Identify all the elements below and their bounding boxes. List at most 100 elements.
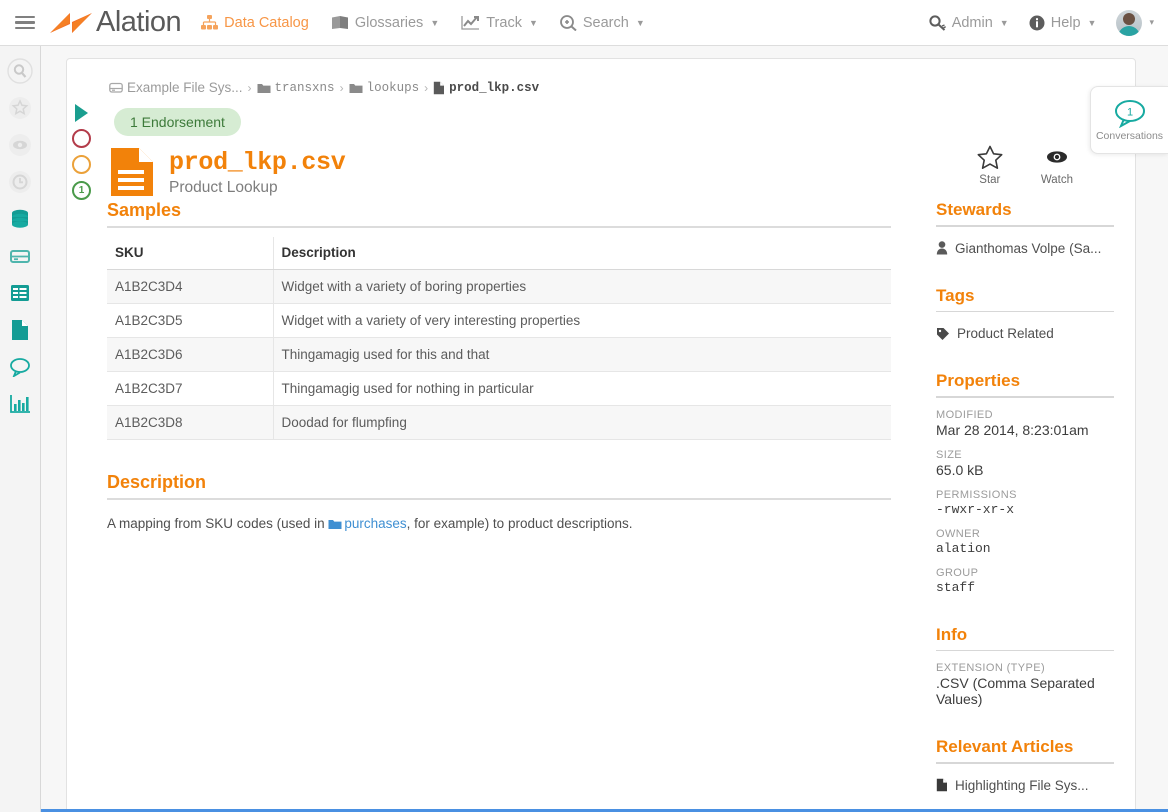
cell-description: Doodad for flumpfing <box>272 405 891 440</box>
info-value: .CSV (Comma Separated Values) <box>936 675 1095 707</box>
article-icon <box>936 778 947 792</box>
properties-heading: Properties <box>936 371 1021 390</box>
status-markers: 1 <box>72 104 91 200</box>
search-icon[interactable] <box>7 58 33 84</box>
property-value: Mar 28 2014, 8:23:01am <box>936 421 1089 438</box>
property-modified: MODIFIED Mar 28 2014, 8:23:01am <box>936 409 1114 438</box>
folder-icon <box>349 83 363 93</box>
properties-section: Properties MODIFIED Mar 28 2014, 8:23:01… <box>936 371 1114 595</box>
purchases-link[interactable]: purchases <box>344 516 406 531</box>
bar-chart-icon[interactable] <box>7 391 33 417</box>
table-icon[interactable] <box>7 280 33 306</box>
breadcrumb-separator: › <box>247 80 252 95</box>
chart-line-icon <box>461 16 480 30</box>
description-body: A mapping from SKU codes (used in purcha… <box>107 514 891 534</box>
nav-item-admin[interactable]: Admin ▼ <box>929 15 1009 31</box>
nav-item-track[interactable]: Track ▼ <box>461 15 538 31</box>
endorsement-badge[interactable]: 1 Endorsement <box>114 108 241 136</box>
chevron-down-icon: ▾ <box>1149 17 1154 27</box>
property-key: OWNER <box>936 527 981 540</box>
alation-logo-mark <box>50 12 92 33</box>
left-icon-rail <box>0 46 41 812</box>
watch-button[interactable]: Watch <box>1041 145 1073 186</box>
nav-label-glossaries: Glossaries <box>354 14 424 31</box>
section-divider <box>936 762 1114 764</box>
nav-item-search[interactable]: Search ▼ <box>559 14 645 31</box>
star-button[interactable]: Star <box>977 145 1003 186</box>
breadcrumb-root[interactable]: Example File Sys... <box>127 80 243 95</box>
breadcrumb-part-2[interactable]: lookups <box>367 81 420 95</box>
property-group: GROUP staff <box>936 567 1114 595</box>
play-icon[interactable] <box>75 104 88 122</box>
key-icon <box>929 14 946 31</box>
database-icon[interactable] <box>7 206 33 232</box>
column-header-description: Description <box>272 237 891 270</box>
speech-bubble-icon: 1 <box>1114 100 1145 128</box>
table-header-row: SKU Description <box>107 237 891 270</box>
drive-icon[interactable] <box>7 243 33 269</box>
property-key: MODIFIED <box>936 408 993 421</box>
breadcrumb-part-1[interactable]: transxns <box>275 81 335 95</box>
tags-section: Tags Product Related <box>936 285 1114 341</box>
nav-item-glossaries[interactable]: Glossaries ▼ <box>331 15 439 31</box>
main-content: Samples SKU Description A1B2C3D4 Widget … <box>107 200 891 534</box>
breadcrumb-current: prod_lkp.csv <box>449 80 540 95</box>
property-value: -rwxr-xr-x <box>936 501 1015 517</box>
comment-icon[interactable] <box>7 354 33 380</box>
top-navigation-bar: Alation Data Catalog Glossaries ▼ Track … <box>0 0 1168 46</box>
property-key: GROUP <box>936 566 979 579</box>
endorsement-ring-green[interactable]: 1 <box>72 181 91 200</box>
steward-name: Gianthomas Volpe (Sa... <box>955 240 1102 256</box>
chevron-down-icon: ▼ <box>528 17 538 28</box>
page-actions: Star Watch <box>977 145 1073 186</box>
user-menu[interactable]: ▾ <box>1116 9 1154 36</box>
app-window: Alation Data Catalog Glossaries ▼ Track … <box>0 0 1168 812</box>
table-row: A1B2C3D7 Thingamagig used for nothing in… <box>107 371 891 406</box>
eye-icon[interactable] <box>7 132 33 158</box>
search-plus-icon <box>559 14 577 31</box>
conversations-tab[interactable]: 1 Conversations <box>1090 86 1168 154</box>
tag-item[interactable]: Product Related <box>936 326 1114 341</box>
section-divider <box>936 396 1114 398</box>
file-icon <box>433 81 445 94</box>
eye-icon <box>1046 151 1067 163</box>
table-row: A1B2C3D8 Doodad for flumpfing <box>107 405 891 440</box>
tags-heading: Tags <box>936 285 975 305</box>
clock-icon[interactable] <box>7 169 33 195</box>
samples-section: Samples SKU Description A1B2C3D4 Widget … <box>107 200 891 440</box>
cell-description: Thingamagig used for this and that <box>272 337 891 372</box>
nav-item-help[interactable]: Help ▼ <box>1029 14 1096 31</box>
table-row: A1B2C3D6 Thingamagig used for this and t… <box>107 337 891 372</box>
property-value: alation <box>936 540 991 556</box>
table-row: A1B2C3D4 Widget with a variety of boring… <box>107 269 891 304</box>
cell-sku: A1B2C3D6 <box>107 337 273 372</box>
info-extension: EXTENSION (TYPE) .CSV (Comma Separated V… <box>936 662 1114 707</box>
description-heading: Description <box>107 472 207 492</box>
warning-ring-amber[interactable] <box>72 155 91 174</box>
warning-ring-red[interactable] <box>72 129 91 148</box>
column-header-sku: SKU <box>107 237 273 270</box>
alation-logo[interactable]: Alation <box>48 6 182 39</box>
hamburger-icon[interactable] <box>8 15 42 30</box>
property-permissions: PERMISSIONS -rwxr-xr-x <box>936 489 1114 517</box>
property-value: staff <box>936 579 976 595</box>
steward-item[interactable]: Gianthomas Volpe (Sa... <box>936 241 1114 256</box>
page-title: prod_lkp.csv <box>169 147 346 177</box>
drive-icon <box>109 82 123 93</box>
svg-text:1: 1 <box>1126 107 1132 119</box>
primary-nav: Data Catalog Glossaries ▼ Track ▼ Search… <box>201 15 645 31</box>
article-item[interactable]: Highlighting File Sys... <box>936 778 1114 793</box>
chevron-down-icon: ▼ <box>999 17 1009 28</box>
nav-label-data-catalog: Data Catalog <box>224 14 309 31</box>
relevant-articles-heading: Relevant Articles <box>936 737 1074 756</box>
article-name: Highlighting File Sys... <box>955 777 1089 793</box>
table-row: A1B2C3D5 Widget with a variety of very i… <box>107 303 891 338</box>
avatar <box>1116 9 1143 36</box>
file-icon[interactable] <box>7 317 33 343</box>
nav-label-help: Help <box>1050 14 1081 31</box>
info-circle-icon <box>1029 15 1045 30</box>
breadcrumb-separator: › <box>424 80 429 95</box>
nav-item-data-catalog[interactable]: Data Catalog <box>201 15 309 31</box>
section-divider <box>107 498 891 500</box>
star-icon[interactable] <box>7 95 33 121</box>
